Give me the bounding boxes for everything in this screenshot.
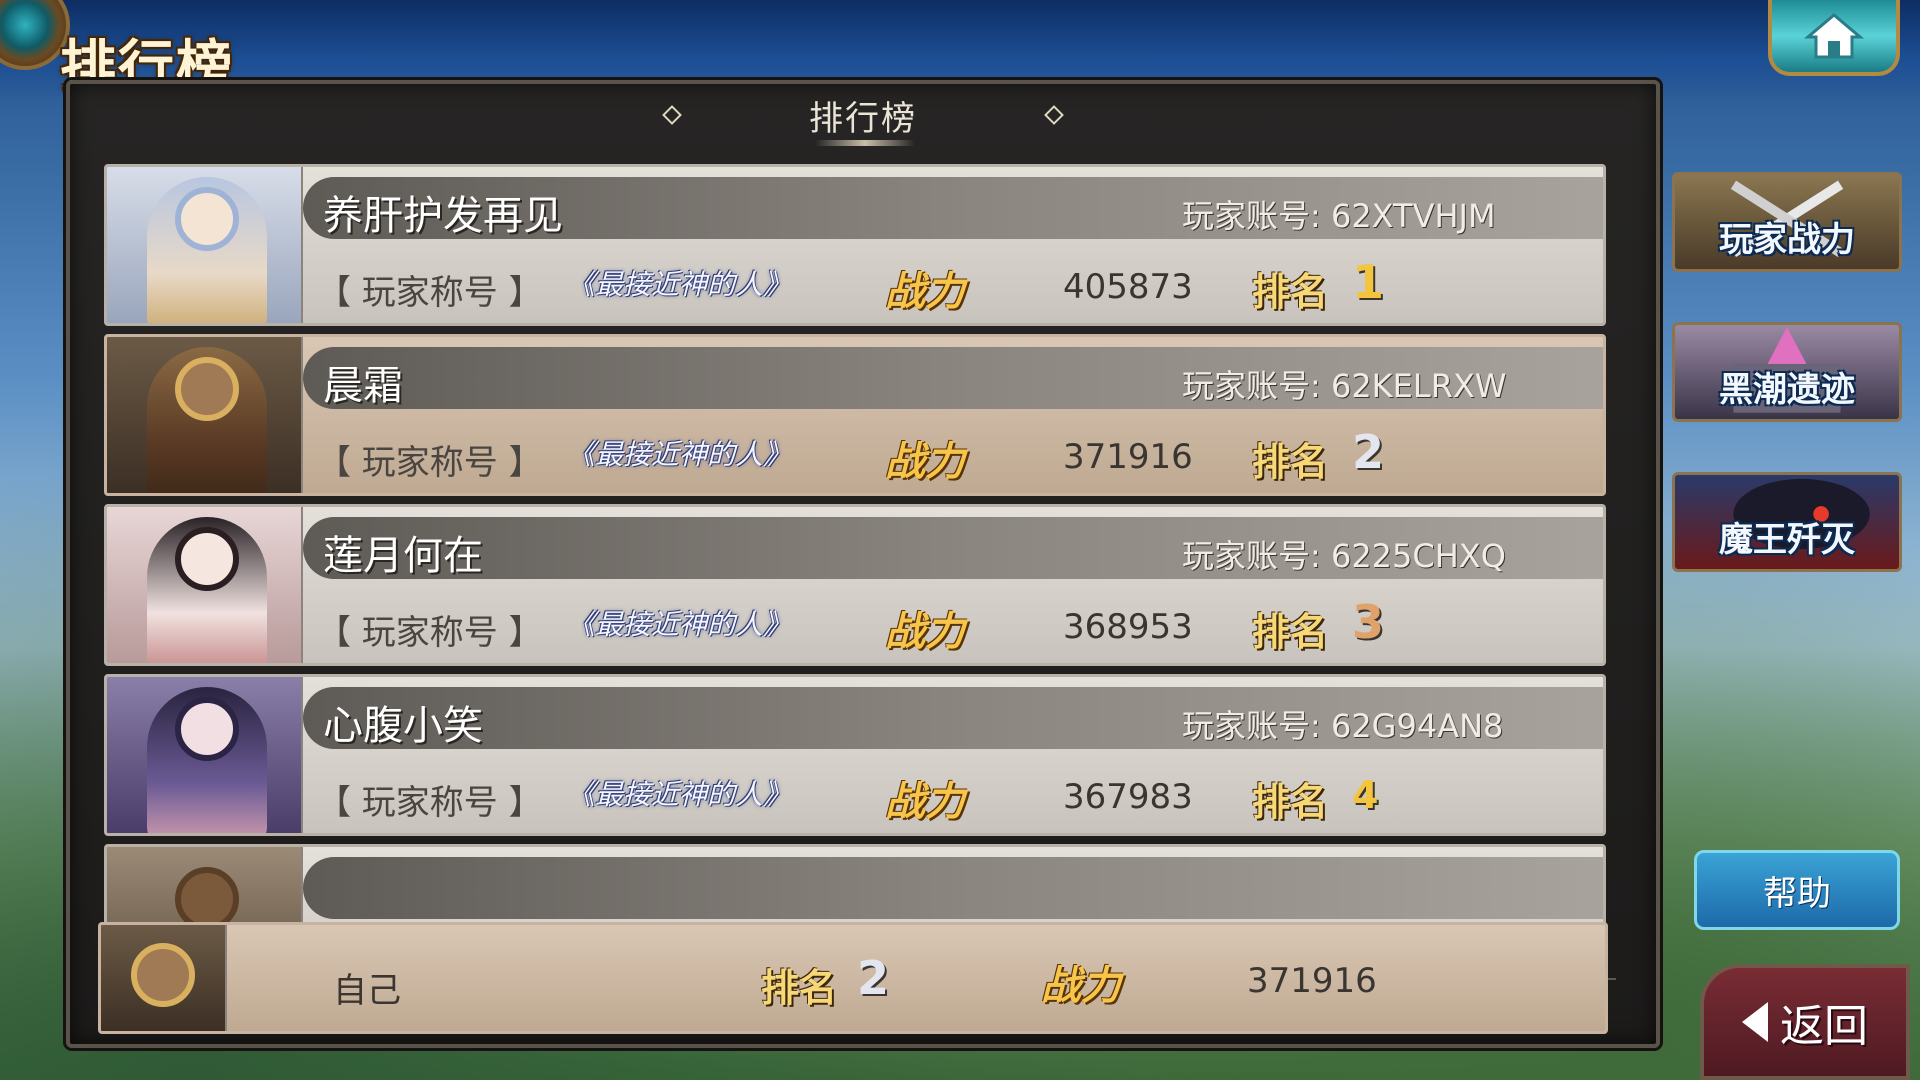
leaderboard-panel: 排行榜 养肝护发再见 玩家账号: 62XTVHJM 【 玩家称号 】 《最接近神… [66, 80, 1660, 1048]
self-ranking-row: 自己 排名 2 战力 371916 [98, 922, 1608, 1034]
rank-label: 排名 [1252, 270, 1329, 314]
demon-king-tab[interactable]: 魔王歼灭 [1672, 472, 1902, 572]
diamond-ornament-icon [662, 105, 682, 125]
rank-label: 排名 [1252, 780, 1329, 824]
player-name: 养肝护发再见 [323, 193, 563, 239]
player-account: 玩家账号: 62G94AN8 [1182, 707, 1504, 745]
rank-number: 3 [1352, 595, 1385, 649]
player-avatar [107, 167, 303, 323]
power-value: 367983 [1063, 777, 1193, 817]
name-band [303, 857, 1603, 919]
self-power-value: 371916 [1247, 961, 1377, 1001]
title-flourish [815, 140, 915, 146]
player-account: 玩家账号: 62XTVHJM [1182, 197, 1496, 235]
power-value: 405873 [1063, 267, 1193, 307]
rank-label: 排名 [1252, 610, 1329, 654]
player-avatar [107, 677, 303, 833]
back-arrow-icon [1742, 1002, 1768, 1042]
player-title-label: 【 玩家称号 】 [317, 443, 543, 483]
ranking-list[interactable]: 养肝护发再见 玩家账号: 62XTVHJM 【 玩家称号 】 《最接近神的人》 … [104, 164, 1610, 968]
self-rank-label: 排名 [761, 966, 838, 1010]
power-label: 战力 [885, 269, 965, 315]
ranking-row[interactable]: 莲月何在 玩家账号: 6225CHXQ 【 玩家称号 】 《最接近神的人》 战力… [104, 504, 1606, 666]
dark-tide-ruins-tab[interactable]: 黑潮遗迹 [1672, 322, 1902, 422]
home-icon [1804, 13, 1864, 59]
player-name: 心腹小笑 [323, 703, 483, 749]
self-rank-number: 2 [857, 951, 890, 1005]
rank-number: 4 [1352, 773, 1379, 817]
home-button[interactable] [1768, 0, 1900, 76]
player-title-badge: 《最接近神的人》 [567, 438, 792, 471]
ranking-row[interactable]: 晨霜 玩家账号: 62KELRXW 【 玩家称号 】 《最接近神的人》 战力 3… [104, 334, 1606, 496]
player-title-label: 【 玩家称号 】 [317, 783, 543, 823]
power-value: 371916 [1063, 437, 1193, 477]
back-button[interactable]: 返回 [1700, 964, 1910, 1080]
power-value: 368953 [1063, 607, 1193, 647]
power-label: 战力 [885, 779, 965, 825]
player-title-badge: 《最接近神的人》 [567, 778, 792, 811]
rank-number: 1 [1352, 255, 1385, 309]
player-title-badge: 《最接近神的人》 [567, 268, 792, 301]
diamond-ornament-icon [1044, 105, 1064, 125]
player-avatar [107, 507, 303, 663]
self-label: 自己 [333, 971, 401, 1011]
self-power-label: 战力 [1041, 963, 1121, 1009]
power-label: 战力 [885, 439, 965, 485]
player-account: 玩家账号: 62KELRXW [1182, 367, 1507, 405]
panel-header: 排行榜 [70, 84, 1656, 146]
ranking-row[interactable]: 养肝护发再见 玩家账号: 62XTVHJM 【 玩家称号 】 《最接近神的人》 … [104, 164, 1606, 326]
panel-title: 排行榜 [809, 98, 917, 139]
help-label: 帮助 [1763, 873, 1831, 914]
player-name: 晨霜 [323, 363, 403, 409]
player-power-label: 玩家战力 [1719, 220, 1855, 260]
rank-number: 2 [1352, 425, 1385, 479]
player-title-label: 【 玩家称号 】 [317, 613, 543, 653]
player-title-badge: 《最接近神的人》 [567, 608, 792, 641]
player-account: 玩家账号: 6225CHXQ [1182, 537, 1506, 575]
player-title-label: 【 玩家称号 】 [317, 273, 543, 313]
help-button[interactable]: 帮助 [1694, 850, 1900, 930]
rank-label: 排名 [1252, 440, 1329, 484]
ranking-row[interactable]: 心腹小笑 玩家账号: 62G94AN8 【 玩家称号 】 《最接近神的人》 战力… [104, 674, 1606, 836]
player-avatar [107, 337, 303, 493]
back-label: 返回 [1780, 1001, 1868, 1052]
dark-tide-ruins-label: 黑潮遗迹 [1719, 370, 1855, 410]
power-label: 战力 [885, 609, 965, 655]
demon-king-label: 魔王歼灭 [1719, 520, 1855, 560]
player-power-tab[interactable]: 玩家战力 [1672, 172, 1902, 272]
player-name: 莲月何在 [323, 533, 483, 579]
self-avatar [101, 925, 227, 1031]
